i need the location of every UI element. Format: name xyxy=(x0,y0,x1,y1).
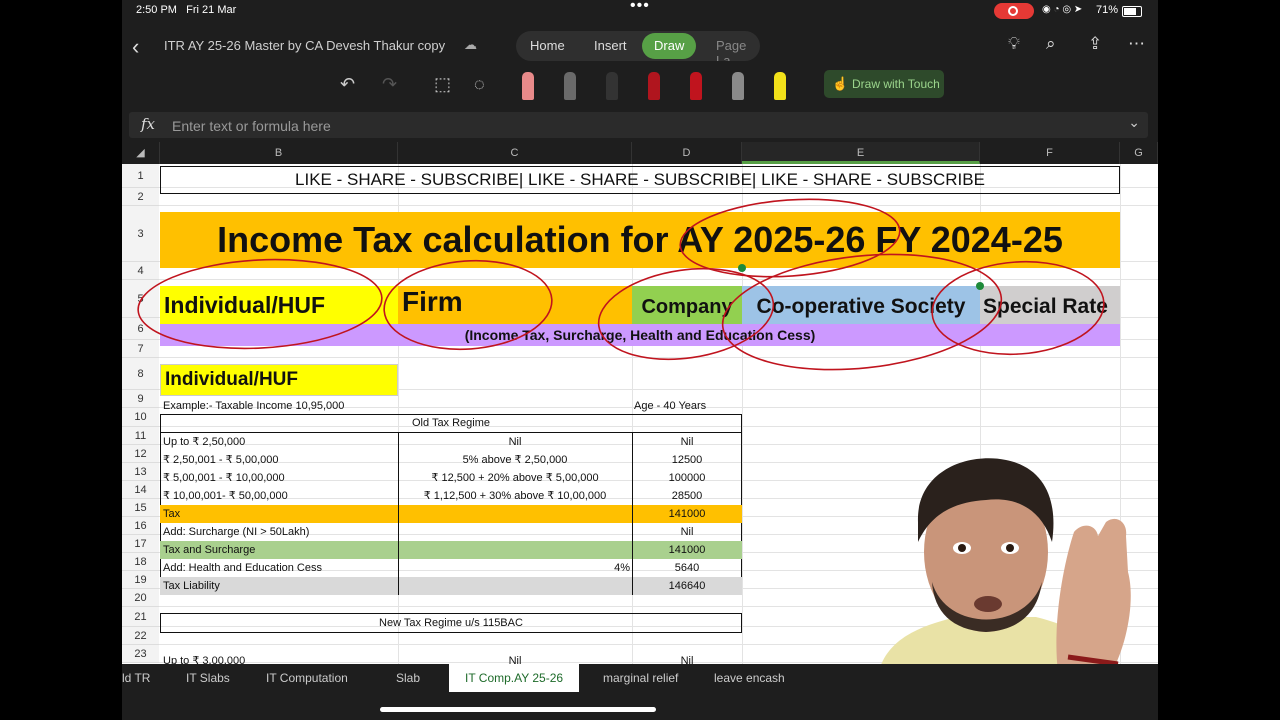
sheet-tab-slab[interactable]: Slab xyxy=(396,671,420,685)
eraser-tool[interactable] xyxy=(522,72,534,100)
battery-icon xyxy=(1122,6,1142,17)
presenter-video-overlay xyxy=(806,452,1158,692)
more-icon[interactable]: ⋯ xyxy=(1128,34,1145,54)
lasso-select-icon[interactable]: ⬚ xyxy=(434,74,451,95)
screen-record-indicator[interactable] xyxy=(994,3,1034,19)
multitask-dots[interactable]: ••• xyxy=(630,0,650,15)
sheet-tab-ld-tr[interactable]: ld TR xyxy=(122,671,150,685)
ink-circle-individual xyxy=(137,258,383,350)
chevron-down-icon[interactable]: ⌄ xyxy=(1128,114,1140,131)
document-title[interactable]: ITR AY 25-26 Master by CA Devesh Thakur … xyxy=(164,38,445,53)
formula-input[interactable]: Enter text or formula here xyxy=(172,118,331,134)
red-pen-tool[interactable] xyxy=(690,72,702,100)
undo-icon[interactable]: ↶ xyxy=(340,74,355,95)
search-icon[interactable]: ⌕ xyxy=(1046,34,1056,54)
status-bar: 2:50 PM Fri 21 Mar ••• ◉ ◔ ◎ ➤ 71% xyxy=(122,0,1158,22)
status-time: 2:50 PM Fri 21 Mar xyxy=(136,4,237,16)
selection-handle xyxy=(976,282,984,290)
tab-page-layout[interactable]: Page La xyxy=(716,38,760,61)
share-icon[interactable]: ⇪ xyxy=(1088,34,1102,54)
sheet-tab-marginal-relief[interactable]: marginal relief xyxy=(603,671,678,685)
redo-icon[interactable]: ↷ xyxy=(382,74,397,95)
battery-percent: 71% xyxy=(1096,4,1119,16)
back-chevron-icon[interactable]: ‹ xyxy=(132,34,139,60)
lightbulb-icon[interactable]: 💡︎ xyxy=(1008,34,1020,54)
sheet-tabs: ld TR IT Slabs IT Computation Slab IT Co… xyxy=(122,664,1158,692)
tab-home[interactable]: Home xyxy=(530,38,565,53)
grey-pen-tool[interactable] xyxy=(732,72,744,100)
formula-bar[interactable]: fx Enter text or formula here ⌄ xyxy=(129,112,1148,138)
sheet-tab-leave-encash[interactable]: leave encash xyxy=(714,671,785,685)
red-pen-tool-selected[interactable] xyxy=(648,72,660,100)
ink-circle-company xyxy=(597,267,775,361)
black-pen-tool[interactable] xyxy=(606,72,618,100)
fx-icon: fx xyxy=(141,115,156,133)
touch-icon: ☝ xyxy=(832,76,849,91)
draw-with-touch-button[interactable]: ☝ Draw with Touch xyxy=(824,70,944,98)
shape-recognize-icon[interactable]: ◌ xyxy=(474,74,485,95)
ink-circle-special xyxy=(931,260,1105,356)
tab-insert[interactable]: Insert xyxy=(594,38,627,53)
ink-circle-firm xyxy=(383,259,553,351)
selection-handle xyxy=(738,264,746,272)
home-indicator[interactable] xyxy=(380,707,656,712)
app-toolbar: ‹ ITR AY 25-26 Master by CA Devesh Thaku… xyxy=(122,24,1158,68)
highlighter-tool[interactable] xyxy=(774,72,786,100)
pencil-tool[interactable] xyxy=(564,72,576,100)
sheet-tab-it-computation[interactable]: IT Computation xyxy=(266,671,348,685)
wifi-icon: ◉ ◔ ◎ ➤ xyxy=(1042,4,1083,15)
ipad-screen: 2:50 PM Fri 21 Mar ••• ◉ ◔ ◎ ➤ 71% ‹ ITR… xyxy=(122,0,1158,720)
sheet-tab-it-comp-ay[interactable]: IT Comp.AY 25-26 xyxy=(449,664,580,692)
tab-draw[interactable]: Draw xyxy=(642,33,697,59)
sheet-tab-it-slabs[interactable]: IT Slabs xyxy=(186,671,230,685)
ribbon-tabs: Home Insert Draw Page La xyxy=(516,31,760,61)
draw-toolbar: ↶ ↷ ⬚ ◌ ☝ Draw with Touch xyxy=(122,68,1158,102)
cloud-sync-icon: ☁ xyxy=(464,37,477,52)
